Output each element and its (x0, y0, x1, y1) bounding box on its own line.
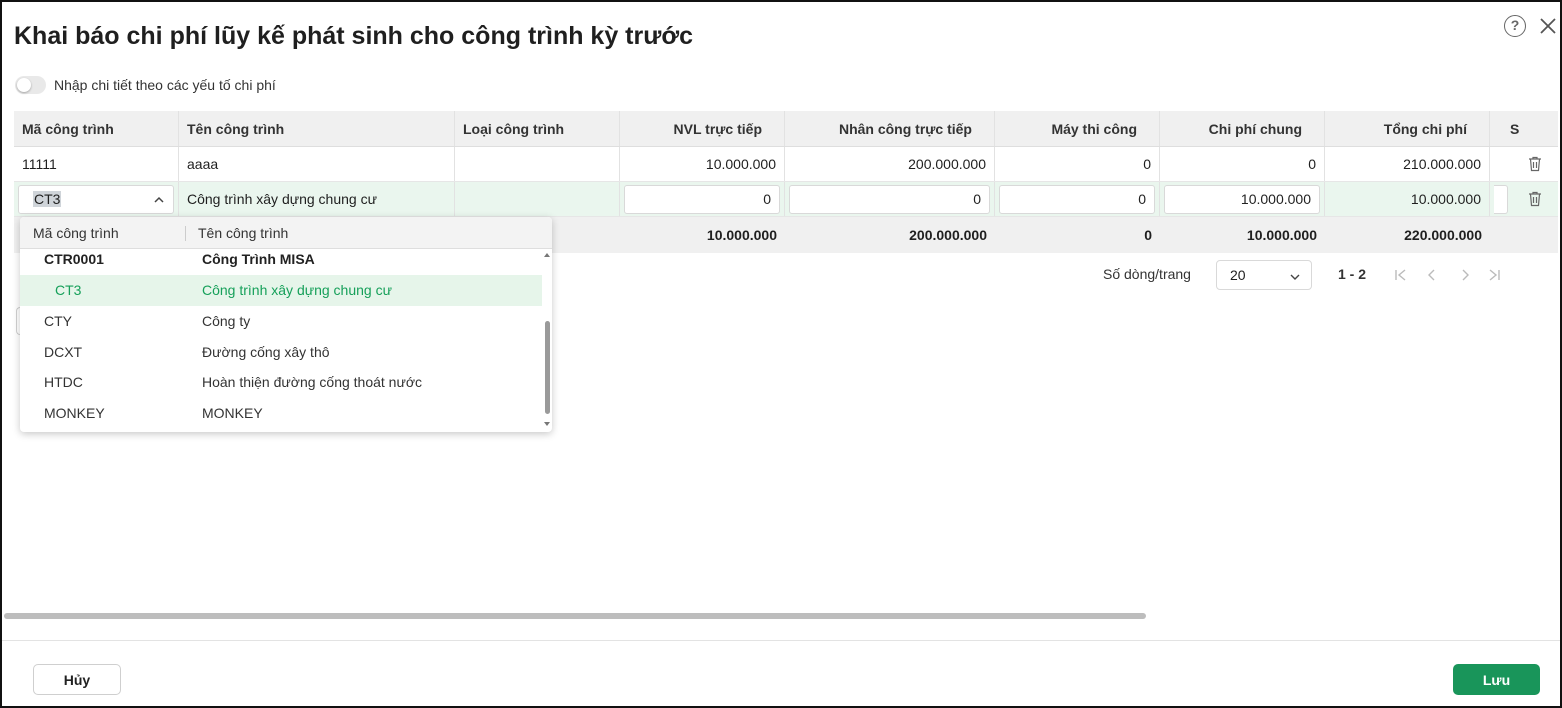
page-range: 1 - 2 (1338, 266, 1367, 282)
cell-tong: 210.000.000 (1325, 147, 1490, 181)
cell-nvl-editor: 0 (620, 182, 785, 216)
dropdown-item-code: DCXT (44, 344, 83, 360)
project-code-value: CT3 (33, 191, 62, 207)
scroll-up-icon[interactable] (544, 253, 550, 257)
dropdown-item-name: MONKEY (202, 405, 263, 421)
total-nvl: 10.000.000 (706, 227, 777, 243)
cell-nvl: 10.000.000 (620, 147, 785, 181)
cell-nhancong-editor: 0 (785, 182, 995, 216)
dropdown-item-htdc[interactable]: HTDC Hoàn thiện đường cống thoát nước (20, 367, 542, 398)
dropdown-scrollbar[interactable] (543, 249, 552, 432)
col-header-tong[interactable]: Tổng chi phí (1325, 111, 1490, 146)
cell-may-editor: 0 (995, 182, 1160, 216)
first-page-icon[interactable] (1394, 268, 1408, 282)
col-header-ma[interactable]: Mã công trình (14, 111, 179, 146)
scrollbar-thumb[interactable] (545, 321, 550, 414)
dropdown-item-name: Hoàn thiện đường cống thoát nước (202, 374, 423, 390)
delete-row-icon[interactable] (1526, 190, 1544, 208)
dropdown-item-name: Công trình xây dựng chung cư (202, 282, 392, 298)
detail-toggle-switch[interactable] (15, 76, 46, 94)
total-nhancong: 200.000.000 (909, 227, 987, 243)
dropdown-item-code: MONKEY (44, 405, 105, 421)
col-header-extra[interactable]: S (1490, 111, 1558, 146)
scroll-down-icon[interactable] (544, 422, 550, 426)
last-page-icon[interactable] (1487, 268, 1501, 282)
col-header-nhancong[interactable]: Nhân công trực tiếp (785, 111, 995, 146)
cancel-button[interactable]: Hủy (33, 664, 121, 695)
dropdown-col-name: Tên công trình (198, 225, 289, 241)
page-size-select[interactable]: 20 (1216, 260, 1312, 290)
cell-ten: aaaa (179, 147, 455, 181)
cell-may: 0 (995, 147, 1160, 181)
chevron-up-icon[interactable] (153, 194, 165, 206)
col-header-ten[interactable]: Tên công trình (179, 111, 455, 146)
col-header-chung[interactable]: Chi phí chung (1160, 111, 1325, 146)
dropdown-item-name: Công ty (202, 313, 251, 329)
close-icon[interactable] (1538, 16, 1558, 36)
cell-loai (455, 182, 620, 216)
chevron-down-icon (1290, 274, 1300, 280)
dialog-title: Khai báo chi phí lũy kế phát sinh cho cô… (14, 22, 694, 50)
dropdown-item-cty[interactable]: CTY Công ty (20, 306, 542, 337)
nhancong-input[interactable]: 0 (789, 184, 990, 214)
dropdown-col-code: Mã công trình (33, 225, 119, 241)
cell-chung-editor: 10.000.000 (1160, 182, 1325, 216)
cell-chung: 0 (1160, 147, 1325, 181)
dropdown-item-code: CT3 (55, 282, 82, 298)
help-icon[interactable]: ? (1504, 15, 1526, 37)
table-row[interactable]: 11111 aaaa 10.000.000 200.000.000 0 0 21… (14, 147, 1558, 182)
dropdown-item-code: CTY (44, 313, 72, 329)
cost-declaration-dialog: Khai báo chi phí lũy kế phát sinh cho cô… (0, 0, 1562, 708)
cell-ma-editor: CT3 (14, 182, 179, 216)
footer-divider (2, 640, 1560, 641)
dropdown-item-code: CTR0001 (44, 251, 104, 267)
horizontal-scrollbar[interactable] (4, 613, 1146, 619)
save-button[interactable]: Lưu (1453, 664, 1540, 695)
delete-row-icon[interactable] (1526, 155, 1544, 173)
dropdown-item-dcxt[interactable]: DCXT Đường cống xây thô (20, 337, 542, 368)
total-tong: 220.000.000 (1404, 227, 1482, 243)
grid-header-row: Mã công trình Tên công trình Loại công t… (14, 111, 1558, 147)
cell-nhancong: 200.000.000 (785, 147, 995, 181)
prev-page-icon[interactable] (1425, 268, 1439, 282)
dropdown-item-code: HTDC (44, 374, 83, 390)
rows-per-page-label: Số dòng/trang (1103, 266, 1191, 282)
col-header-nvl[interactable]: NVL trực tiếp (620, 111, 785, 146)
may-input[interactable]: 0 (999, 184, 1155, 214)
cell-extra (1490, 147, 1558, 181)
detail-toggle-label: Nhập chi tiết theo các yếu tố chi phí (54, 77, 276, 93)
project-dropdown: Mã công trình Tên công trình CTR0001 Côn… (20, 217, 552, 432)
col-header-may[interactable]: Máy thi công (995, 111, 1160, 146)
total-chung: 10.000.000 (1246, 227, 1317, 243)
chung-input[interactable]: 10.000.000 (1164, 184, 1320, 214)
detail-toggle-row: Nhập chi tiết theo các yếu tố chi phí (15, 74, 276, 96)
dropdown-item-monkey[interactable]: MONKEY MONKEY (20, 398, 542, 429)
dropdown-item-ct3[interactable]: CT3 Công trình xây dựng chung cư (20, 275, 542, 306)
cell-extra-editor (1490, 182, 1558, 216)
cell-ten: Công trình xây dựng chung cư (179, 182, 455, 216)
cell-tong: 10.000.000 (1325, 182, 1490, 216)
nvl-input[interactable]: 0 (624, 184, 780, 214)
dropdown-item-name: Đường cống xây thô (202, 344, 330, 360)
cell-ma: 11111 (14, 147, 179, 181)
dropdown-item-name: Công Trình MISA (202, 251, 315, 267)
page-size-value: 20 (1230, 267, 1246, 283)
project-code-combo[interactable]: CT3 (18, 184, 174, 214)
col-header-loai[interactable]: Loại công trình (455, 111, 620, 146)
dropdown-item-ctr0001[interactable]: CTR0001 Công Trình MISA (20, 244, 542, 275)
total-may: 0 (1144, 227, 1152, 243)
next-page-icon[interactable] (1458, 268, 1472, 282)
extra-input[interactable] (1494, 184, 1508, 214)
cell-loai (455, 147, 620, 181)
table-row-editing[interactable]: CT3 Công trình xây dựng chung cư 0 0 0 1… (14, 182, 1558, 217)
